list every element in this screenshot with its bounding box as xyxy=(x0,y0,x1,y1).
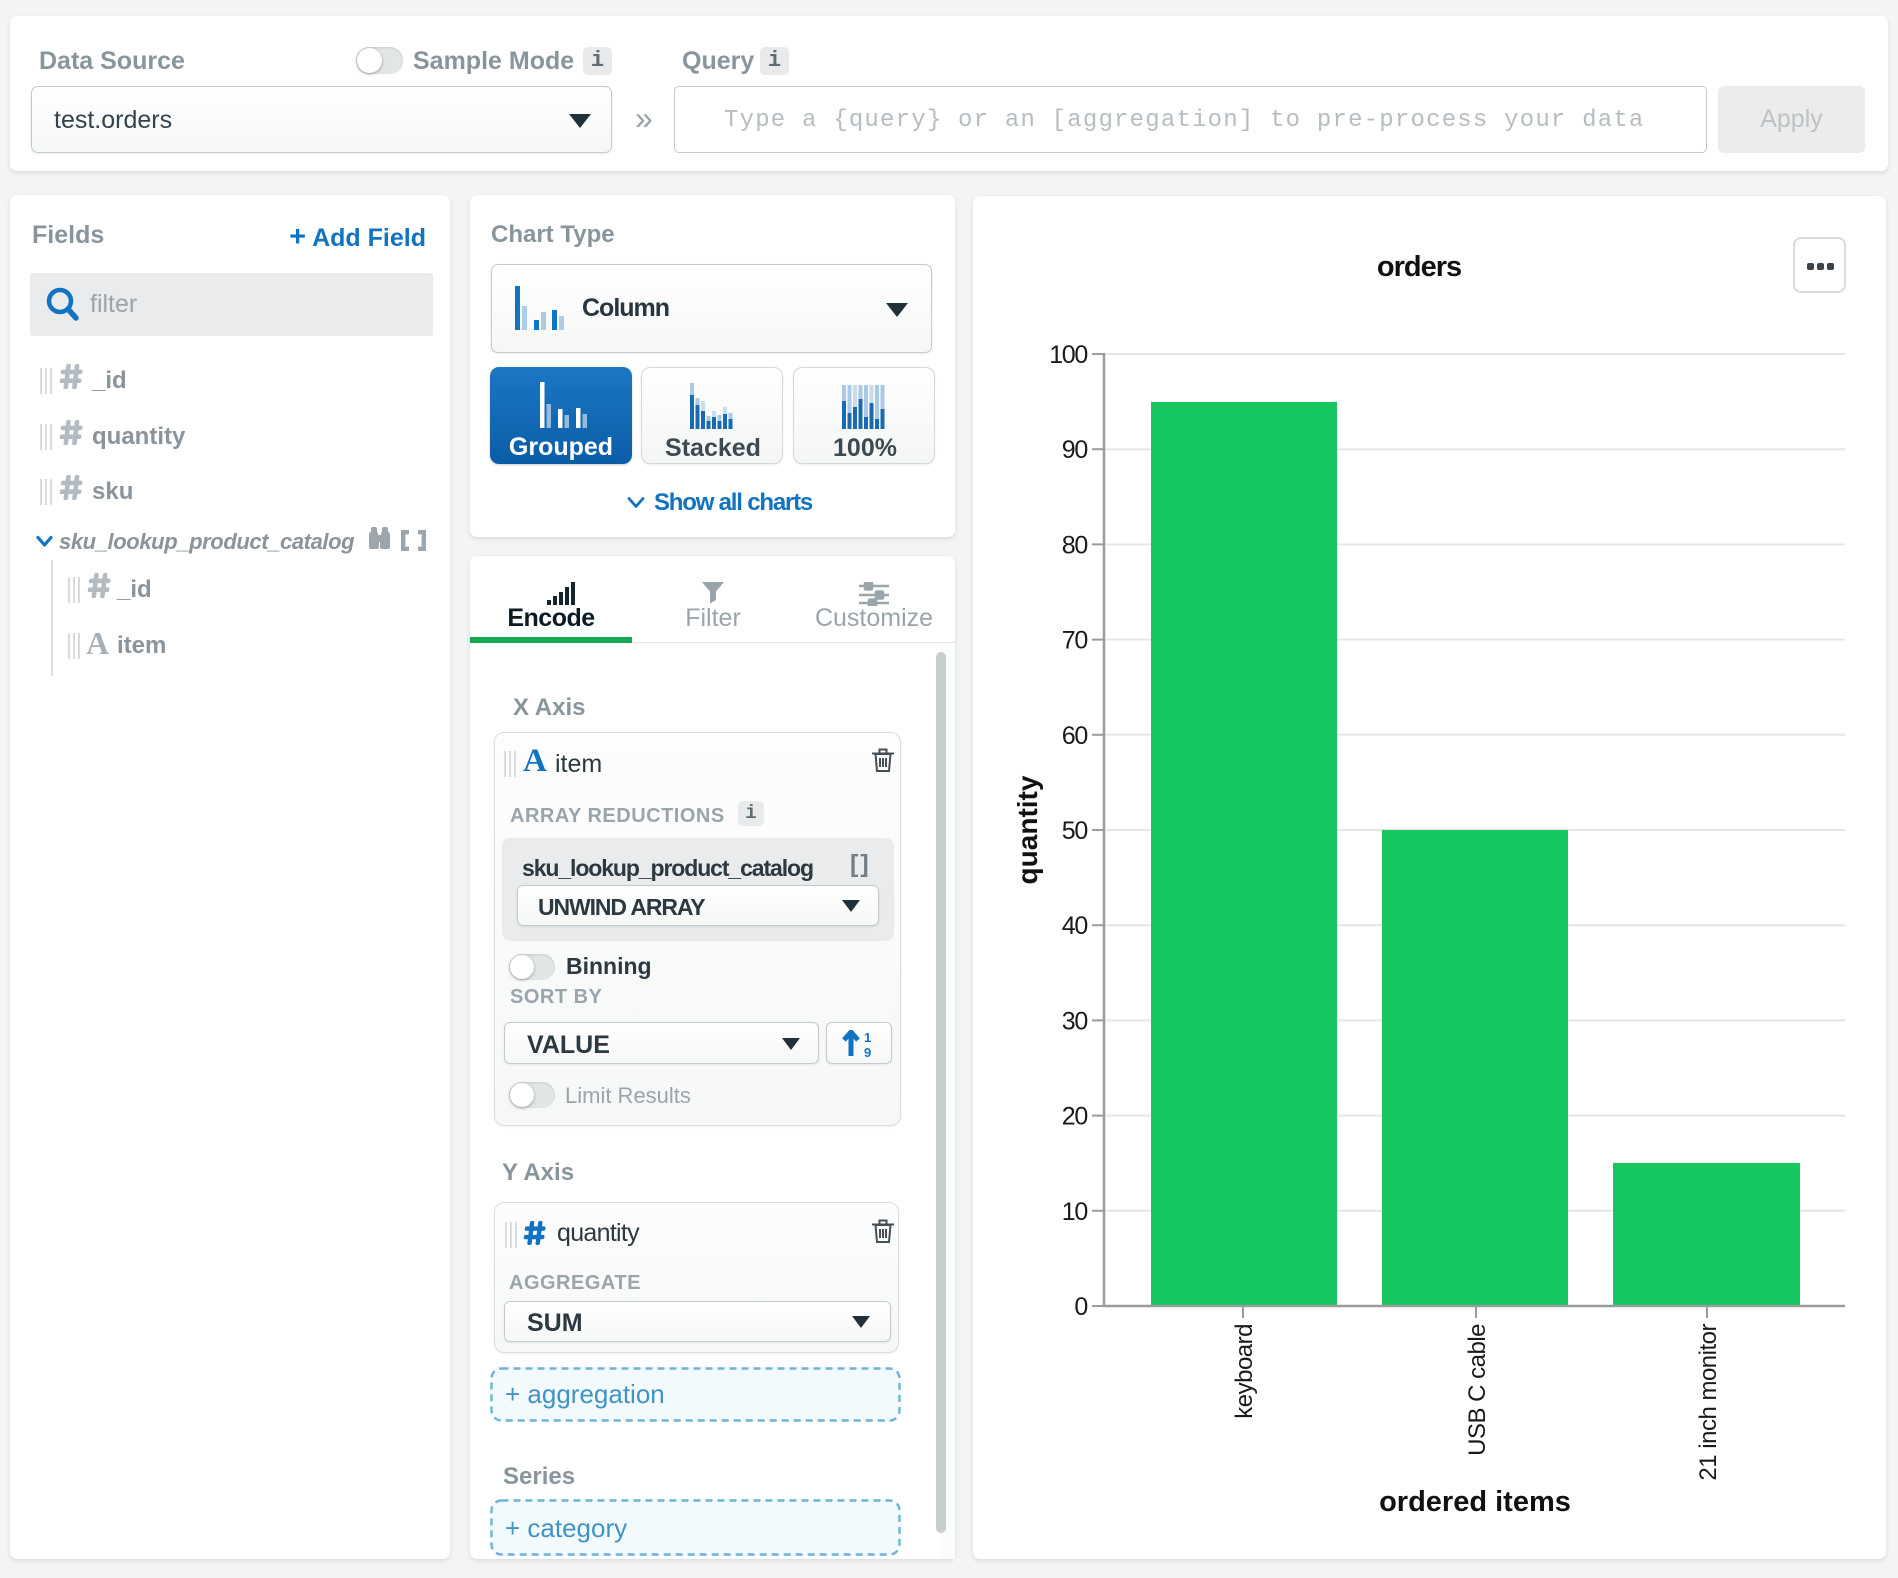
svg-text:60: 60 xyxy=(1062,722,1088,750)
svg-text:21 inch monitor: 21 inch monitor xyxy=(1695,1324,1722,1481)
svg-text:30: 30 xyxy=(1062,1007,1088,1035)
svg-text:ordered items: ordered items xyxy=(1379,1486,1571,1518)
svg-text:orders: orders xyxy=(1377,251,1461,283)
svg-text:1: 1 xyxy=(864,1030,871,1045)
svg-text:USB C cable: USB C cable xyxy=(1464,1324,1491,1456)
svg-text:10: 10 xyxy=(1062,1198,1088,1226)
svg-text:0: 0 xyxy=(1074,1293,1087,1321)
svg-text:20: 20 xyxy=(1062,1103,1088,1131)
svg-text:70: 70 xyxy=(1062,627,1088,655)
svg-text:40: 40 xyxy=(1062,912,1088,940)
svg-text:90: 90 xyxy=(1062,436,1088,464)
svg-text:9: 9 xyxy=(864,1045,871,1058)
svg-text:quantity: quantity xyxy=(1012,775,1043,884)
svg-text:keyboard: keyboard xyxy=(1231,1324,1258,1419)
svg-text:100: 100 xyxy=(1049,341,1087,369)
svg-text:50: 50 xyxy=(1062,817,1088,845)
svg-text:80: 80 xyxy=(1062,531,1088,559)
